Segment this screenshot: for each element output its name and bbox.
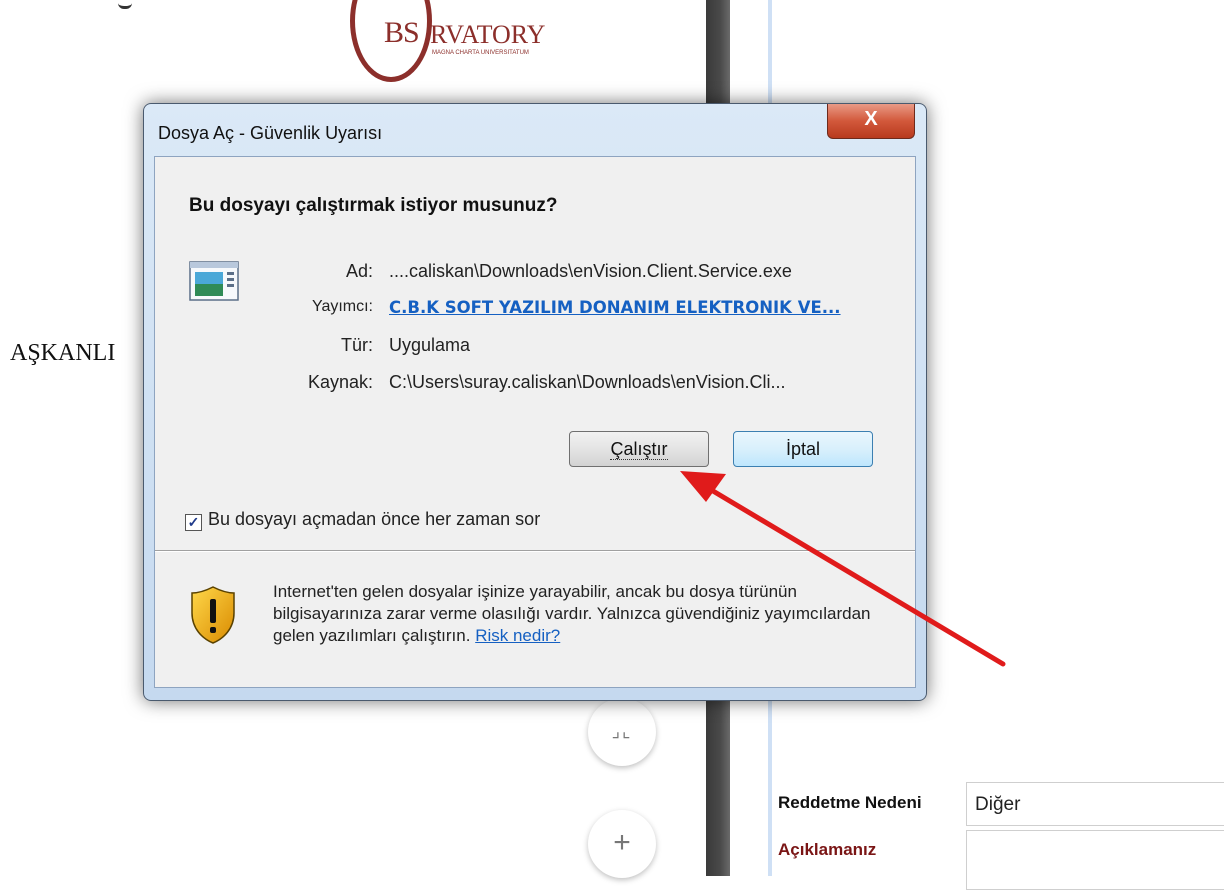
top-mark [118,0,132,9]
field-yayimci: Yayımcı: C.B.K SOFT YAZILIM DONANIM ELEK… [155,298,915,322]
publisher-link[interactable]: C.B.K SOFT YAZILIM DONANIM ELEKTRONIK VE… [389,298,841,317]
dialog-question: Bu dosyayı çalıştırmak istiyor musunuz? [189,195,558,216]
collapse-icon: ⌟⌞ [611,721,633,741]
logo-suffix: RVATORY [430,20,546,49]
field-value: ....caliskan\Downloads\enVision.Client.S… [389,261,792,281]
close-button[interactable]: X [827,104,915,139]
always-ask-checkbox[interactable]: ✓ [185,514,202,531]
security-warning-dialog: Dosya Aç - Güvenlik Uyarısı X Bu dosyayı… [143,103,927,701]
field-tur: Tür: Uygulama [155,335,915,359]
cancel-button-label: İptal [785,439,821,459]
field-label: Ad: [345,261,373,281]
warning-message: Internet'ten gelen dosyalar işinize yara… [273,581,873,647]
run-button-label: Çalıştır [610,439,668,460]
field-label: Kaynak: [307,372,373,392]
logo-prefix: BS [384,16,420,49]
dialog-title: Dosya Aç - Güvenlik Uyarısı [158,123,383,143]
field-value: C:\Users\suray.caliskan\Downloads\enVisi… [389,372,786,392]
field-ad: Ad: ....caliskan\Downloads\enVision.Clie… [155,261,915,285]
run-button[interactable]: Çalıştır [569,431,709,467]
aciklama-label: Açıklamanız [778,840,877,859]
logo-subtitle: MAGNA CHARTA UNIVERSITATUM [432,50,529,56]
reddetme-select[interactable]: Diğer [966,782,1224,826]
dialog-body: Bu dosyayı çalıştırmak istiyor musunuz? … [154,156,916,688]
page-heading-fragment: AŞKANLI [10,340,116,366]
observatory-logo: BS RVATORY MAGNA CHARTA UNIVERSITATUM [346,0,566,82]
plus-icon: + [613,826,631,859]
divider [155,550,915,552]
reddetme-label: Reddetme Nedeni [778,793,922,812]
warning-text: Internet'ten gelen dosyalar işinize yara… [273,582,871,645]
add-button[interactable]: + [588,810,656,878]
checkbox-label: Bu dosyayı açmadan önce her zaman sor [208,509,541,529]
field-value: Uygulama [389,335,471,355]
cancel-button[interactable]: İptal [733,431,873,467]
field-kaynak: Kaynak: C:\Users\suray.caliskan\Download… [155,372,915,396]
field-label: Yayımcı: [311,298,373,315]
aciklama-textarea[interactable] [966,830,1224,890]
always-ask-checkbox-row[interactable]: ✓ Bu dosyayı açmadan önce her zaman sor [185,509,540,531]
field-label: Tür: [340,335,373,355]
risk-link[interactable]: Risk nedir? [475,626,560,645]
close-icon: X [864,108,878,130]
shield-warning-icon [191,586,235,644]
collapse-button[interactable]: ⌟⌞ [588,698,656,766]
